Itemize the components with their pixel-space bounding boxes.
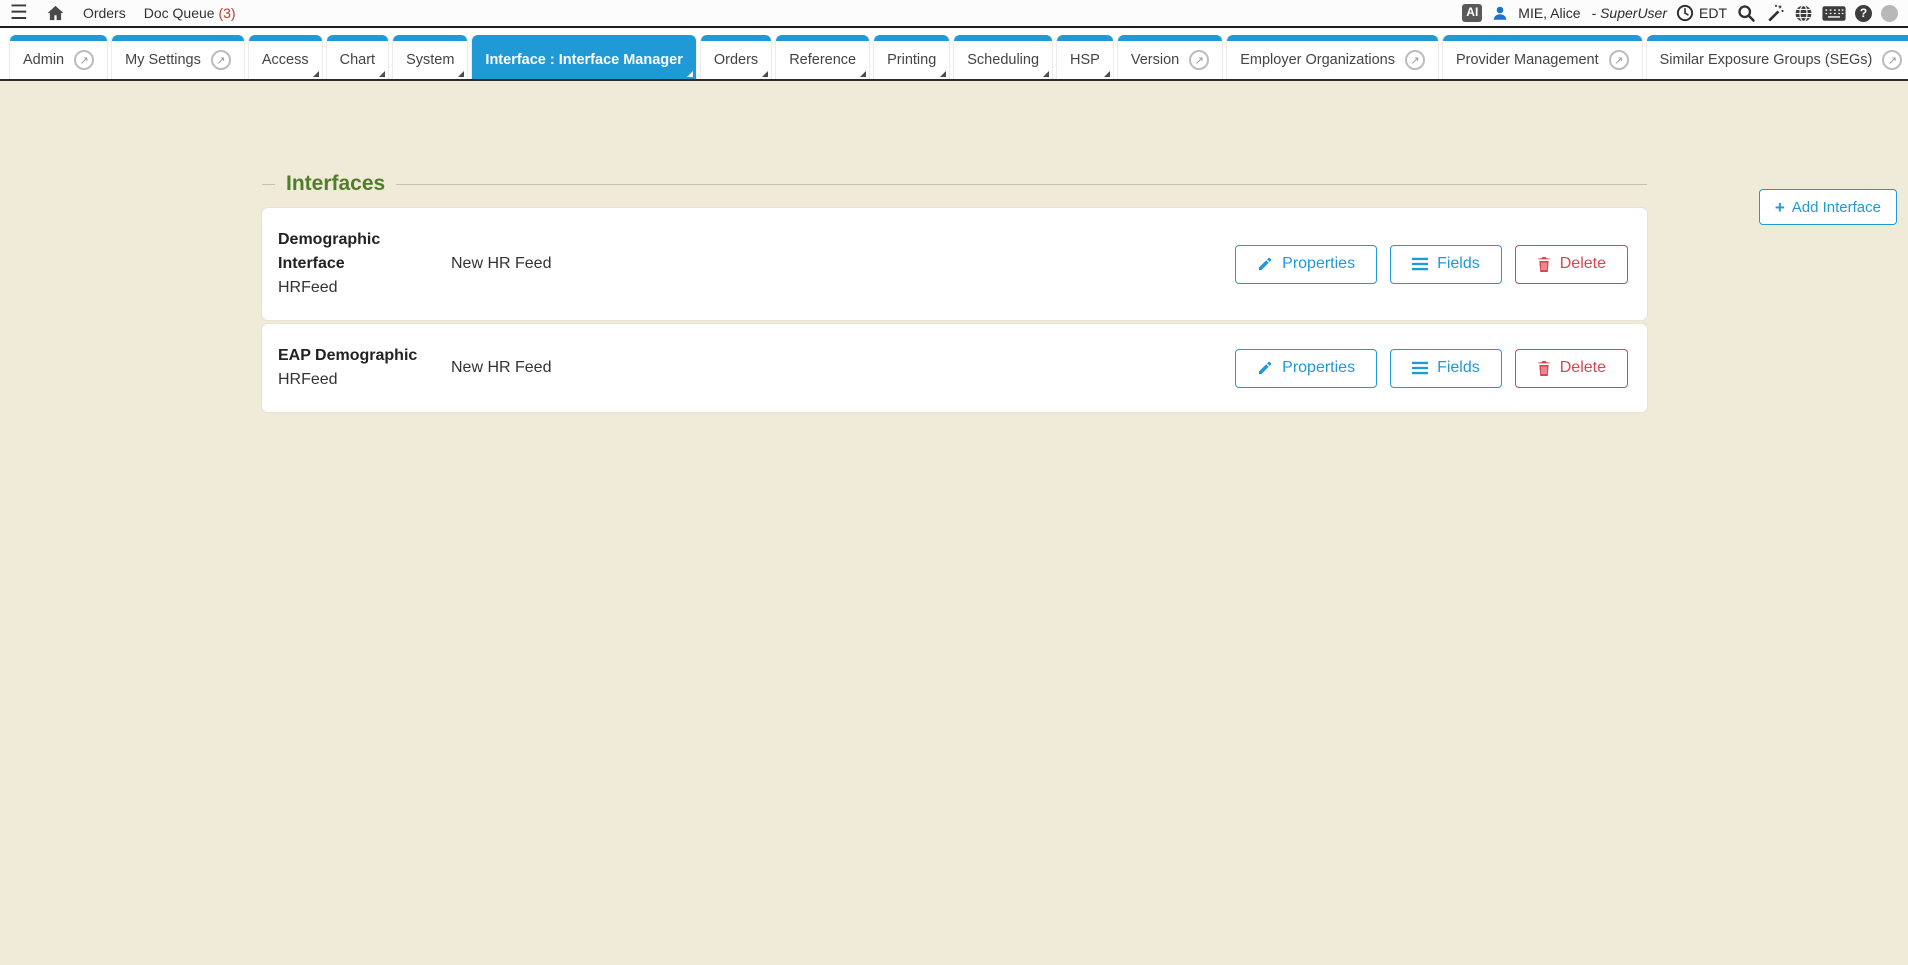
legend-left-line — [262, 184, 275, 185]
legend-right-line — [396, 184, 1647, 185]
tab-menu-corner-icon — [762, 71, 768, 77]
tab-interface-manager-active[interactable]: Interface : Interface Manager — [472, 35, 695, 79]
trash-icon — [1537, 256, 1551, 272]
topnav-orders[interactable]: Orders — [83, 5, 126, 21]
plus-icon: + — [1775, 199, 1785, 216]
popout-icon: ↗ — [74, 50, 94, 70]
section-legend: Interfaces — [262, 172, 1647, 196]
interface-description: New HR Feed — [451, 255, 1235, 273]
wand-icon[interactable] — [1765, 3, 1785, 23]
tab-menu-corner-icon — [1104, 71, 1110, 77]
tab-admin[interactable]: Admin ↗ — [10, 35, 107, 79]
popout-icon: ↗ — [1189, 50, 1209, 70]
top-bar: ☰ Orders Doc Queue (3) AI MIE, Alice - S… — [0, 0, 1908, 28]
tab-printing[interactable]: Printing — [874, 35, 949, 79]
tab-menu-corner-icon — [1043, 71, 1049, 77]
popout-icon: ↗ — [1405, 50, 1425, 70]
pencil-icon — [1257, 256, 1273, 272]
interface-code: HRFeed — [278, 276, 433, 300]
tab-menu-corner-icon — [458, 71, 464, 77]
user-name[interactable]: MIE, Alice — [1518, 5, 1580, 21]
list-icon — [1412, 257, 1428, 271]
interface-code: HRFeed — [278, 368, 433, 392]
delete-button[interactable]: Delete — [1515, 349, 1628, 388]
tab-orders[interactable]: Orders — [701, 35, 771, 79]
home-icon[interactable] — [46, 4, 65, 22]
hamburger-menu-icon[interactable]: ☰ — [10, 3, 28, 23]
keyboard-icon[interactable] — [1822, 5, 1846, 22]
fields-button[interactable]: Fields — [1390, 245, 1502, 284]
tab-menu-corner-icon — [940, 71, 946, 77]
tab-chart[interactable]: Chart — [327, 35, 388, 79]
properties-button[interactable]: Properties — [1235, 245, 1377, 284]
tab-menu-corner-icon — [313, 71, 319, 77]
search-icon[interactable] — [1736, 3, 1756, 23]
interface-card: Demographic Interface HRFeed New HR Feed… — [262, 208, 1647, 320]
tab-menu-corner-icon — [860, 71, 866, 77]
section-title: Interfaces — [275, 172, 396, 196]
doc-queue-count: (3) — [218, 5, 235, 21]
tab-my-settings[interactable]: My Settings ↗ — [112, 35, 244, 79]
tab-version[interactable]: Version ↗ — [1118, 35, 1222, 79]
clock-icon[interactable] — [1676, 4, 1694, 22]
properties-button[interactable]: Properties — [1235, 349, 1377, 388]
topnav-doc-queue[interactable]: Doc Queue (3) — [144, 5, 236, 21]
admin-tab-bar: Admin ↗ My Settings ↗ Access Chart Syste… — [0, 28, 1908, 81]
tab-menu-corner-icon — [379, 71, 385, 77]
interfaces-section: Interfaces Demographic Interface HRFeed … — [262, 172, 1647, 412]
interface-card: EAP Demographic HRFeed New HR Feed Prope… — [262, 324, 1647, 412]
list-icon — [1412, 361, 1428, 375]
main-content: + Add Interface Interfaces Demographic I… — [0, 172, 1908, 965]
fields-button[interactable]: Fields — [1390, 349, 1502, 388]
tab-hsp[interactable]: HSP — [1057, 35, 1113, 79]
popout-icon: ↗ — [211, 50, 231, 70]
popout-icon: ↗ — [1609, 50, 1629, 70]
interface-description: New HR Feed — [451, 359, 1235, 377]
delete-button[interactable]: Delete — [1515, 245, 1628, 284]
pencil-icon — [1257, 360, 1273, 376]
tab-system[interactable]: System — [393, 35, 467, 79]
tab-employer-organizations[interactable]: Employer Organizations ↗ — [1227, 35, 1438, 79]
tab-menu-corner-icon — [687, 71, 693, 77]
help-icon[interactable]: ? — [1855, 5, 1872, 22]
tab-reference[interactable]: Reference — [776, 35, 869, 79]
tab-scheduling[interactable]: Scheduling — [954, 35, 1052, 79]
add-interface-button[interactable]: + Add Interface — [1759, 189, 1897, 225]
tab-access[interactable]: Access — [249, 35, 322, 79]
popout-icon: ↗ — [1882, 50, 1902, 70]
user-role: - SuperUser — [1592, 5, 1667, 21]
tab-similar-exposure-groups[interactable]: Similar Exposure Groups (SEGs) ↗ — [1647, 35, 1908, 79]
tab-provider-management[interactable]: Provider Management ↗ — [1443, 35, 1642, 79]
timezone-label: EDT — [1699, 5, 1727, 21]
interface-name: EAP Demographic — [278, 344, 433, 368]
trash-icon — [1537, 360, 1551, 376]
interface-name: Demographic Interface — [278, 228, 433, 276]
user-icon[interactable] — [1491, 4, 1509, 22]
ai-badge[interactable]: AI — [1462, 4, 1482, 21]
globe-icon[interactable] — [1794, 4, 1813, 23]
status-circle-icon — [1881, 5, 1898, 22]
